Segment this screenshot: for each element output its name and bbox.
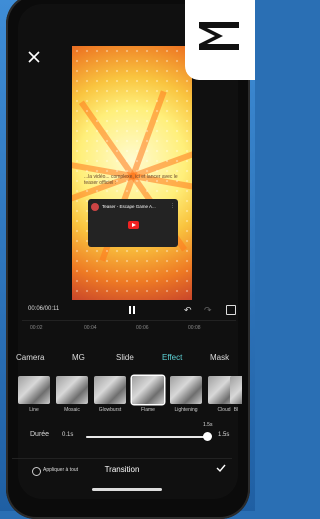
effect-flame[interactable]: Flame	[132, 376, 164, 413]
transition-category-tabs: Camera MG Slide Effect Mask	[16, 353, 240, 367]
confirm-check-icon[interactable]	[216, 463, 226, 473]
bottom-bar: Appliquer à tout Transition	[12, 458, 232, 483]
duration-max: 1.5s	[218, 432, 230, 438]
timeline-ruler[interactable]: 00:02 00:04 00:06 00:08	[22, 320, 236, 337]
tab-mask[interactable]: Mask	[210, 353, 229, 362]
play-icon	[128, 221, 139, 229]
ruler-mark: 00:06	[136, 325, 149, 331]
youtube-card: Teaser - Escape Game A... ⋮	[88, 199, 178, 247]
tab-camera[interactable]: Camera	[16, 353, 44, 362]
home-indicator	[92, 488, 162, 491]
youtube-title: Teaser - Escape Game A...	[102, 204, 156, 209]
close-icon[interactable]	[27, 50, 41, 64]
effect-mosaic[interactable]: Mosaic	[56, 376, 88, 413]
effect-lightening[interactable]: Lightening	[170, 376, 202, 413]
ruler-mark: 00:04	[84, 325, 97, 331]
duration-min: 0.1s	[62, 432, 74, 438]
effect-label: Glowburst	[98, 407, 122, 413]
preview-texture	[72, 46, 192, 300]
redo-icon[interactable]: ↷	[204, 305, 212, 316]
brand-logo	[185, 0, 255, 80]
capcut-logo-icon	[199, 22, 239, 50]
effect-label: Lightening	[174, 407, 198, 413]
duration-slider-handle[interactable]	[203, 432, 212, 441]
tab-mg[interactable]: MG	[72, 353, 85, 362]
effect-label: Bl	[233, 407, 239, 413]
effect-label: Flame	[141, 407, 155, 413]
undo-icon[interactable]: ↶	[184, 305, 192, 316]
tab-slide[interactable]: Slide	[116, 353, 134, 362]
effect-partial[interactable]: Bl	[230, 376, 242, 413]
effect-label: Line	[29, 407, 39, 413]
ruler-mark: 00:02	[30, 325, 43, 331]
pause-icon[interactable]	[128, 306, 136, 314]
effect-thumbnail	[230, 376, 242, 404]
duration-slider-fill	[86, 436, 208, 438]
effect-thumbnail	[132, 376, 164, 404]
ruler-mark: 00:08	[188, 325, 201, 331]
panel-title: Transition	[104, 465, 140, 474]
effects-strip: Line Mosaic Glowburst Flame Lightening C…	[18, 376, 242, 420]
preview-caption: ...la vidéo... complexe, ici et lancer a…	[84, 174, 178, 186]
effect-thumbnail	[56, 376, 88, 404]
effect-thumbnail	[170, 376, 202, 404]
effect-thumbnail	[94, 376, 126, 404]
playback-time: 00:06/00:11	[28, 306, 60, 312]
more-icon: ⋮	[170, 203, 175, 209]
duration-current: 1.5s	[203, 422, 213, 428]
effect-label: Mosaic	[64, 407, 80, 413]
effect-line[interactable]: Line	[18, 376, 50, 413]
tab-effect[interactable]: Effect	[162, 353, 182, 362]
duration-slider[interactable]	[86, 436, 208, 438]
duration-label: Durée	[30, 431, 50, 438]
channel-avatar	[91, 203, 99, 211]
effect-thumbnail	[18, 376, 50, 404]
video-preview[interactable]: ...la vidéo... complexe, ici et lancer a…	[72, 46, 192, 300]
effect-glowburst[interactable]: Glowburst	[94, 376, 126, 413]
fullscreen-icon[interactable]	[226, 305, 236, 315]
